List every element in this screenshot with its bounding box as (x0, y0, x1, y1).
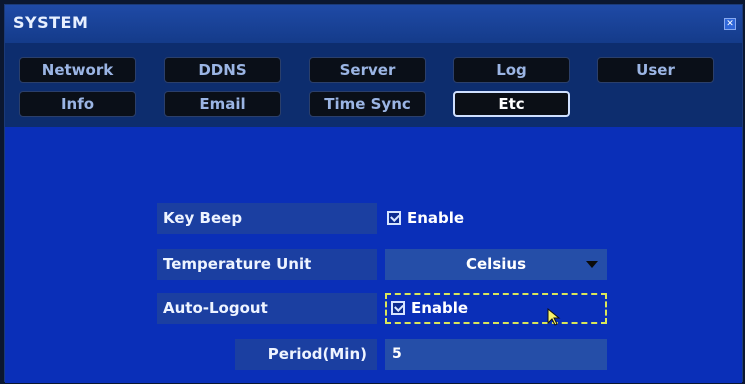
period-min-input[interactable]: 5 (385, 339, 607, 370)
tab-ddns[interactable]: DDNS (164, 57, 281, 83)
key-beep-label: Key Beep (157, 203, 377, 234)
temperature-unit-value: Celsius (466, 255, 526, 273)
temperature-unit-label: Temperature Unit (157, 249, 377, 280)
tab-etc[interactable]: Etc (453, 91, 570, 117)
tab-log[interactable]: Log (453, 57, 570, 83)
period-min-label: Period(Min) (235, 339, 377, 370)
window-title: SYSTEM (13, 13, 89, 32)
auto-logout-enable-label: Enable (411, 299, 469, 317)
tab-info[interactable]: Info (19, 91, 136, 117)
key-beep-enable-label: Enable (407, 209, 465, 227)
title-bar: SYSTEM ✕ (5, 5, 742, 44)
tab-user[interactable]: User (597, 57, 714, 83)
dropdown-arrow-icon (586, 261, 598, 268)
tab-email[interactable]: Email (164, 91, 281, 117)
tab-time-sync[interactable]: Time Sync (309, 91, 426, 117)
auto-logout-enable-checkbox[interactable]: Enable (391, 293, 501, 324)
tab-server[interactable]: Server (309, 57, 426, 83)
close-icon[interactable]: ✕ (724, 18, 736, 30)
checkbox-icon[interactable] (387, 211, 401, 225)
checkbox-icon[interactable] (391, 301, 405, 315)
tab-bar: Network DDNS Server Log User Info Email … (5, 43, 742, 128)
key-beep-enable-checkbox[interactable]: Enable (387, 203, 497, 234)
temperature-unit-select[interactable]: Celsius (385, 249, 607, 280)
mouse-cursor-icon (547, 308, 561, 326)
system-window: SYSTEM ✕ Network DDNS Server Log User In… (4, 4, 743, 383)
tab-network[interactable]: Network (19, 57, 136, 83)
etc-settings-panel: Key Beep Enable Temperature Unit Celsius… (5, 127, 742, 383)
auto-logout-label: Auto-Logout (157, 293, 377, 324)
